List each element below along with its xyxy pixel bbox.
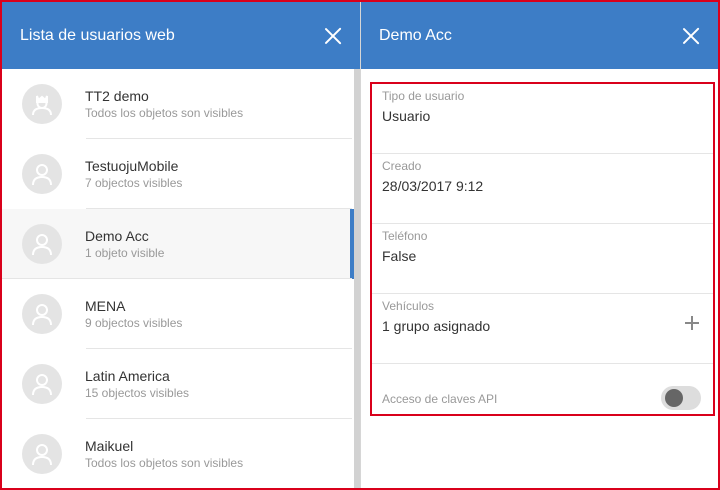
field-value: 1 grupo asignado <box>382 318 491 334</box>
user-detail-fields: Tipo de usuario Usuario Creado 28/03/201… <box>370 82 715 416</box>
field-value: False <box>382 248 417 264</box>
user-name: Latin America <box>85 368 170 384</box>
field-label: Vehículos <box>382 299 435 313</box>
user-visibility: Todos los objetos son visibles <box>85 106 244 120</box>
field-label: Tipo de usuario <box>382 89 465 103</box>
user-name: Maikuel <box>85 438 134 454</box>
api-keys-field: Acceso de claves API <box>372 364 713 434</box>
close-icon[interactable] <box>324 27 342 45</box>
user-name: Demo Acc <box>85 228 149 244</box>
field-label: Acceso de claves API <box>382 392 498 406</box>
user-detail-title: Demo Acc <box>379 26 452 44</box>
field-label: Teléfono <box>382 229 428 243</box>
field-label: Creado <box>382 159 422 173</box>
user-type-field: Tipo de usuario Usuario <box>372 84 713 154</box>
user-detail-panel: Demo Acc Tipo de usuario Usuario Creado … <box>361 2 718 488</box>
field-value: 28/03/2017 9:12 <box>382 178 484 194</box>
user-visibility: Todos los objetos son visibles <box>85 456 244 470</box>
list-item[interactable]: Latin America 15 objectos visibles <box>2 349 360 419</box>
user-detail-header: Demo Acc <box>361 2 718 69</box>
user-visibility: 1 objeto visible <box>85 246 165 260</box>
user-name: MENA <box>85 298 126 314</box>
user-list-panel: Lista de usuarios web TT2 demo Todos los… <box>2 2 360 488</box>
list-item[interactable]: MENA 9 objectos visibles <box>2 279 360 349</box>
list-item[interactable]: TestuojuMobile 7 objectos visibles <box>2 139 360 209</box>
list-item[interactable]: Demo Acc 1 objeto visible <box>2 209 360 279</box>
admin-avatar-icon <box>22 84 62 124</box>
user-name: TT2 demo <box>85 88 149 104</box>
user-avatar-icon <box>22 364 62 404</box>
user-list-header: Lista de usuarios web <box>2 2 360 69</box>
user-avatar-icon <box>22 224 62 264</box>
user-visibility: 7 objectos visibles <box>85 176 183 190</box>
user-avatar-icon <box>22 294 62 334</box>
toggle-knob <box>665 389 683 407</box>
vehicles-field: Vehículos 1 grupo asignado <box>372 294 713 364</box>
api-keys-toggle[interactable] <box>661 386 701 410</box>
close-icon[interactable] <box>682 27 700 45</box>
list-item[interactable]: TT2 demo Todos los objetos son visibles <box>2 69 360 139</box>
phone-field: Teléfono False <box>372 224 713 294</box>
user-list: TT2 demo Todos los objetos son visibles … <box>2 69 360 488</box>
user-visibility: 15 objectos visibles <box>85 386 190 400</box>
user-avatar-icon <box>22 434 62 474</box>
add-vehicle-group-icon[interactable] <box>685 316 699 330</box>
user-visibility: 9 objectos visibles <box>85 316 183 330</box>
created-field: Creado 28/03/2017 9:12 <box>372 154 713 224</box>
list-item[interactable]: Maikuel Todos los objetos son visibles <box>2 419 360 488</box>
user-avatar-icon <box>22 154 62 194</box>
user-list-title: Lista de usuarios web <box>20 26 175 44</box>
field-value: Usuario <box>382 108 431 124</box>
user-name: TestuojuMobile <box>85 158 179 174</box>
